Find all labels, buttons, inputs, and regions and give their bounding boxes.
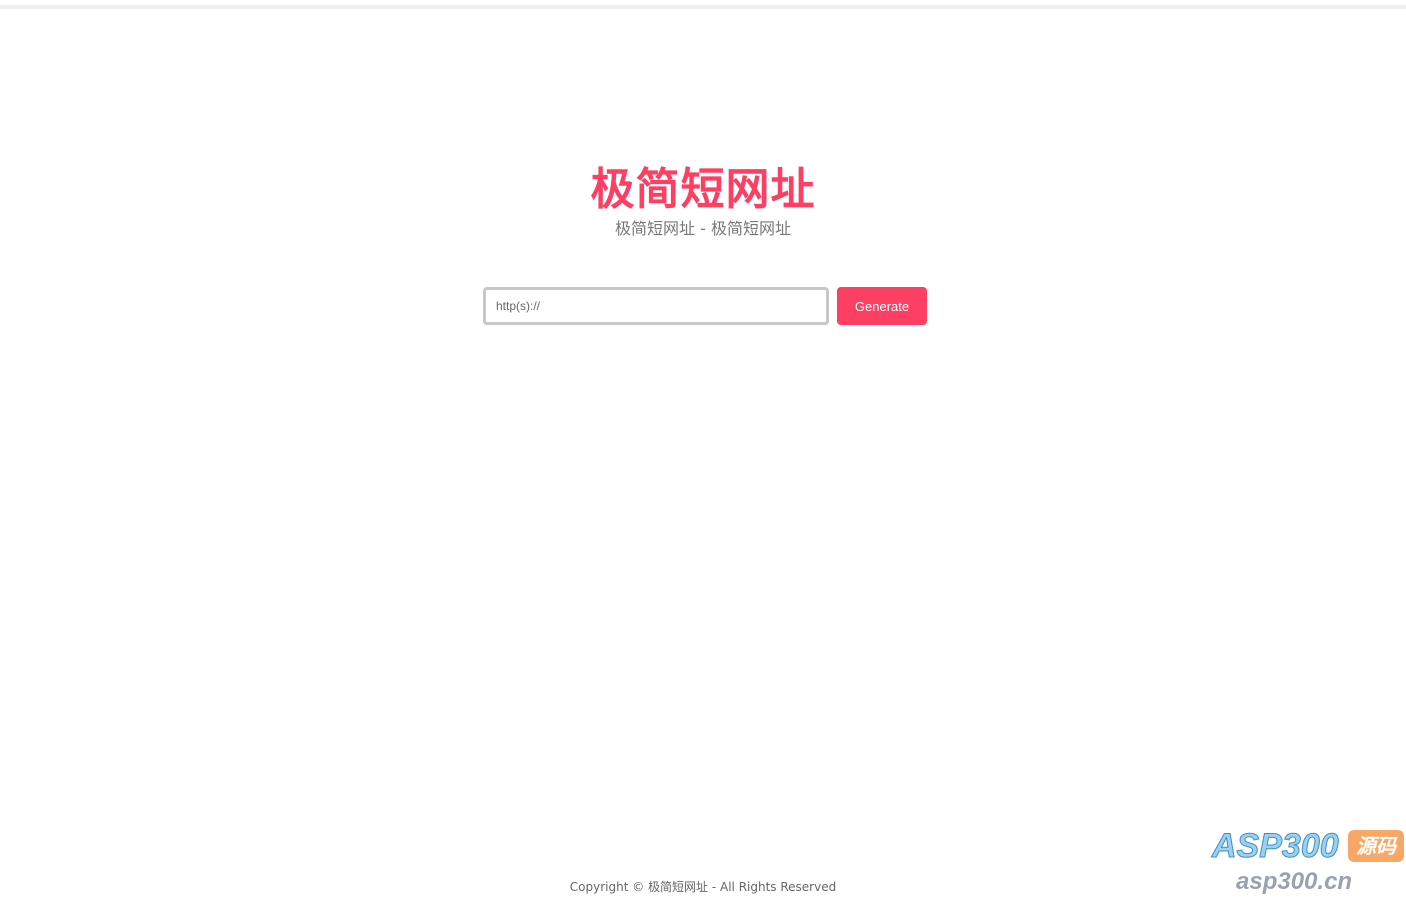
page-title: 极简短网址 (590, 164, 816, 215)
page-subtitle: 极简短网址 - 极简短网址 (615, 219, 791, 238)
url-input[interactable] (483, 287, 829, 325)
footer-copyright: Copyright © 极简短网址 - All Rights Reserved (569, 880, 837, 894)
watermark-brand: ASP300 (1212, 827, 1340, 866)
page: 极简短网址 极简短网址 - 极简短网址 Generate Copyright ©… (0, 0, 1406, 904)
top-divider (0, 5, 1406, 9)
watermark-tag: 源码 (1348, 830, 1404, 862)
watermark-logo: ASP300 源码 asp300.cn (1210, 826, 1406, 898)
shorten-form: Generate (483, 287, 927, 325)
generate-button[interactable]: Generate (837, 287, 927, 325)
watermark-domain: asp300.cn (1236, 868, 1353, 895)
